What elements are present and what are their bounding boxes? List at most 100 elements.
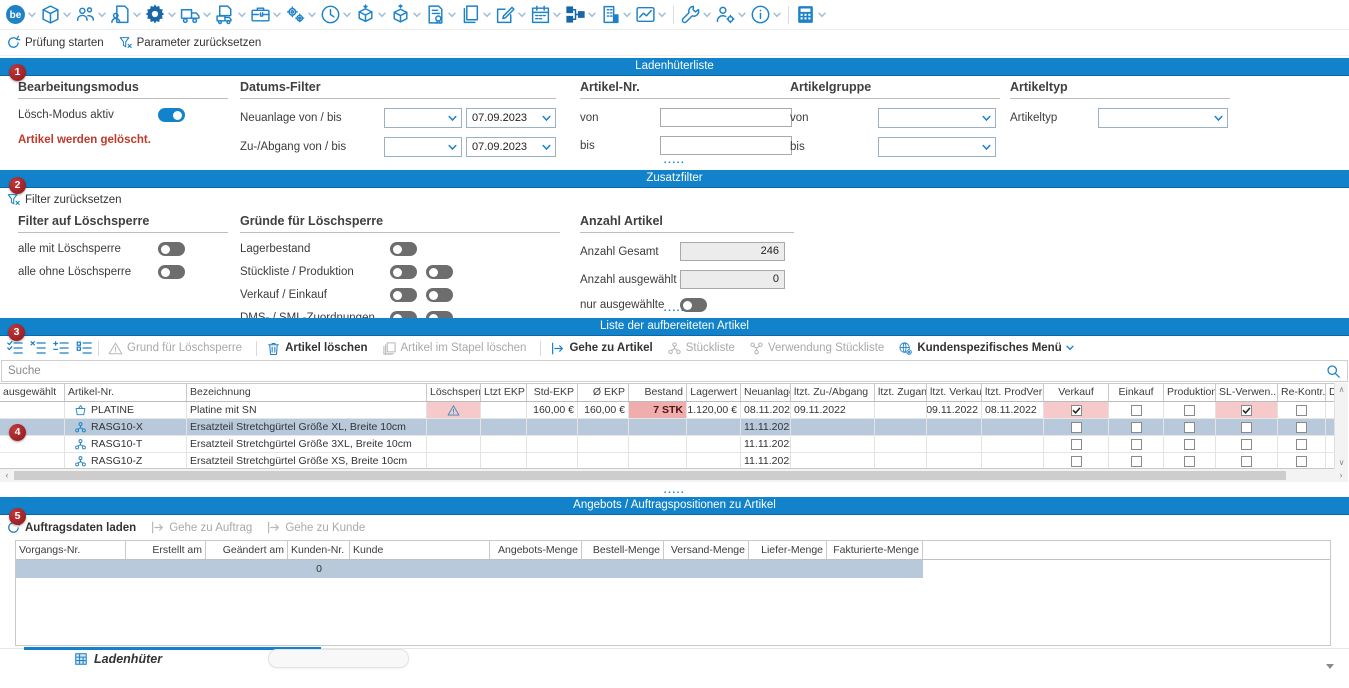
chevron-down-icon[interactable] (737, 10, 747, 20)
verkauf-checkbox[interactable] (1071, 405, 1082, 416)
cell-produktion[interactable] (1164, 419, 1216, 435)
column-header-neuanlage[interactable]: Neuanlage (741, 384, 791, 401)
chevron-down-icon[interactable] (342, 10, 352, 20)
toolbar-truck-button[interactable] (180, 4, 212, 25)
grund-f-r-l-schsperre-button[interactable]: Grund für Löschsperre (108, 341, 242, 356)
toolbar-edit-button[interactable] (495, 4, 527, 25)
select-all-icon[interactable] (6, 339, 24, 357)
horizontal-scrollbar[interactable]: ‹ › (0, 469, 1348, 482)
column-header-ltzt_prodverb[interactable]: ltzt. ProdVerb (982, 384, 1044, 401)
cell-einkauf[interactable] (1109, 419, 1164, 435)
chevron-down-icon[interactable] (202, 10, 212, 20)
column-header-einkauf[interactable]: Einkauf (1109, 384, 1164, 401)
column-header-re_kontr[interactable]: Re-Kontr. (1278, 384, 1326, 401)
column-header-liefer_menge[interactable]: Liefer-Menge (749, 541, 827, 559)
scroll-up-arrow[interactable]: ∧ (1335, 383, 1349, 396)
scroll-down-arrow[interactable]: ∨ (1335, 456, 1349, 469)
toolbar-clock-button[interactable] (320, 4, 352, 25)
order-table-selected-row[interactable]: 0 (16, 560, 923, 578)
section-expander[interactable]: ..... (0, 303, 1349, 314)
column-header-bestand[interactable]: Bestand (629, 384, 687, 401)
loesch-modus-toggle[interactable] (158, 108, 185, 122)
artikel-nr-von-input[interactable] (660, 108, 792, 127)
cell-einkauf[interactable] (1109, 402, 1164, 418)
re_kontr-checkbox[interactable] (1296, 422, 1307, 433)
chevron-down-icon[interactable] (237, 10, 247, 20)
lagerbestand-toggle-1[interactable] (390, 242, 417, 256)
zu-abgang-bis-combo[interactable]: 07.09.2023 (466, 137, 556, 157)
einkauf-checkbox[interactable] (1131, 422, 1142, 433)
column-header-geaendert_am[interactable]: Geändert am (206, 541, 288, 559)
column-header-ltzt_zu_abgang[interactable]: ltzt. Zu-/Abgang (791, 384, 875, 401)
verwendung-st-ckliste-button[interactable]: Verwendung Stückliste (749, 341, 884, 356)
toolbar-org-button[interactable] (565, 4, 597, 25)
column-header-erstellt_am[interactable]: Erstellt am (126, 541, 206, 559)
column-header-sl_verwendung[interactable]: SL-Verwen... (1216, 384, 1278, 401)
alle-ohne-loeschsperre-toggle[interactable] (158, 265, 185, 279)
neuanlage-bis-combo[interactable]: 07.09.2023 (466, 108, 556, 128)
artikel-im-stapel-l-schen-button[interactable]: Artikel im Stapel löschen (382, 341, 527, 356)
re_kontr-checkbox[interactable] (1296, 405, 1307, 416)
cell-verkauf[interactable] (1044, 419, 1109, 435)
column-header-std_ekp[interactable]: Std-EKP (527, 384, 578, 401)
tab-ladenhueter[interactable]: Ladenhüter (74, 652, 162, 666)
verkauf-einkauf-toggle-1[interactable] (390, 288, 417, 302)
cell-sl_verwendung[interactable] (1216, 402, 1278, 418)
chevron-down-icon[interactable] (447, 10, 457, 20)
st-ckliste-produktion-toggle-1[interactable] (390, 265, 417, 279)
verkauf-checkbox[interactable] (1071, 439, 1082, 450)
toolbar-building-button[interactable] (600, 4, 632, 25)
st-ckliste-button[interactable]: Stückliste (667, 341, 735, 356)
chevron-down-icon[interactable] (817, 10, 827, 20)
cell-verkauf[interactable] (1044, 436, 1109, 452)
column-header-bestell_menge[interactable]: Bestell-Menge (582, 541, 664, 559)
artikelgruppe-von-combo[interactable] (878, 108, 996, 128)
cell-produktion[interactable] (1164, 436, 1216, 452)
column-header-verkauf[interactable]: Verkauf (1044, 384, 1109, 401)
produktion-checkbox[interactable] (1184, 405, 1195, 416)
artikel-l-schen-button[interactable]: Artikel löschen (266, 341, 367, 356)
artikel-nr-bis-input[interactable] (660, 136, 792, 155)
toolbar-user-gear-button[interactable] (715, 4, 747, 25)
column-header-artikel_nr[interactable]: Artikel-Nr. (65, 384, 187, 401)
column-header-lagerwert[interactable]: Lagerwert (687, 384, 741, 401)
toolbar-people-button[interactable] (75, 4, 107, 25)
gehe-zu-artikel-button[interactable]: Gehe zu Artikel (550, 341, 652, 356)
st-ckliste-produktion-toggle-2[interactable] (426, 265, 453, 279)
chevron-down-icon[interactable] (772, 10, 782, 20)
scrollbar-thumb[interactable] (14, 471, 1286, 480)
search-icon[interactable] (1326, 364, 1341, 379)
cell-produktion[interactable] (1164, 402, 1216, 418)
sl_verwendung-checkbox[interactable] (1241, 439, 1252, 450)
toolbar-info-button[interactable] (750, 4, 782, 25)
cell-sl_verwendung[interactable] (1216, 436, 1278, 452)
filter-zuruecksetzen-button[interactable]: Filter zurücksetzen (6, 192, 122, 207)
toolbar-be-logo-button[interactable]: be (5, 4, 37, 25)
column-header-kunde[interactable]: Kunde (350, 541, 490, 559)
pr-fung-starten-button[interactable]: Prüfung starten (6, 35, 104, 50)
produktion-checkbox[interactable] (1184, 456, 1195, 467)
cell-einkauf[interactable] (1109, 436, 1164, 452)
cell-sl_verwendung[interactable] (1216, 453, 1278, 469)
column-header-ausgewaehlt[interactable]: ausgewählt (0, 384, 65, 401)
section-expander[interactable]: ..... (0, 485, 1349, 496)
invert-selection-icon[interactable] (52, 339, 70, 357)
cell-verkauf[interactable] (1044, 402, 1109, 418)
cell-verkauf[interactable] (1044, 453, 1109, 469)
article-row-RASG10-X[interactable]: RASG10-XErsatzteil Stretchgürtel Größe X… (0, 419, 1335, 436)
column-header-kunden_nr[interactable]: Kunden-Nr. (288, 541, 350, 559)
verkauf-checkbox[interactable] (1071, 456, 1082, 467)
chevron-down-icon[interactable] (412, 10, 422, 20)
search-input[interactable] (2, 362, 1326, 380)
chevron-down-icon[interactable] (62, 10, 72, 20)
column-header-loeschsperre[interactable]: Löschsperre (427, 384, 481, 401)
chevron-down-icon[interactable] (587, 10, 597, 20)
chevron-down-icon[interactable] (132, 10, 142, 20)
neuanlage-von-combo[interactable] (384, 108, 462, 128)
toolbar-package-button[interactable] (40, 4, 72, 25)
chevron-down-icon[interactable] (622, 10, 632, 20)
toolbar-docs-button[interactable] (460, 4, 492, 25)
artikeltyp-combo[interactable] (1098, 108, 1228, 128)
toolbar-package-down-button[interactable] (355, 4, 387, 25)
re_kontr-checkbox[interactable] (1296, 439, 1307, 450)
